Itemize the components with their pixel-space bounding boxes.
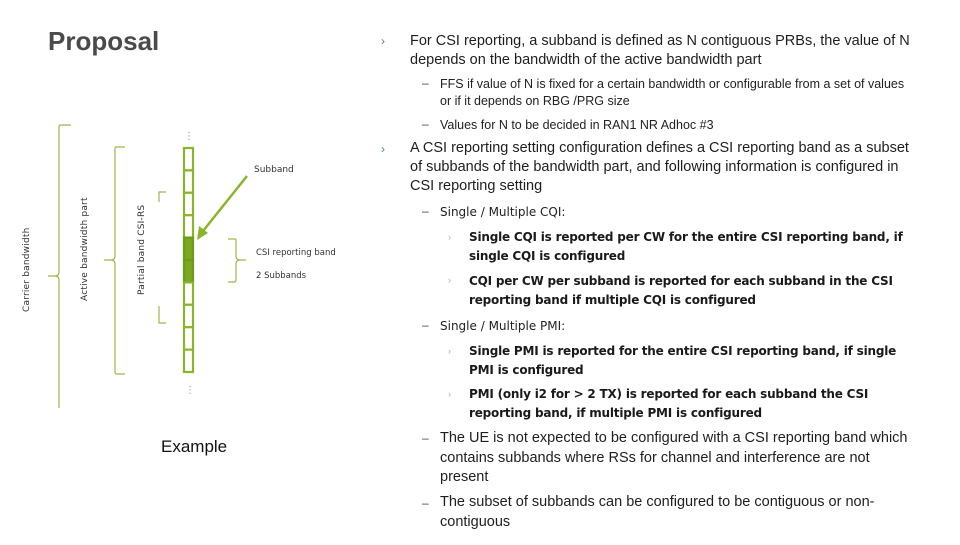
two-subbands-label: 2 Subbands — [256, 271, 307, 281]
subband-cell-highlighted — [182, 258, 195, 284]
subband-cell-highlighted — [182, 236, 195, 262]
csi-reporting-band-bracket — [228, 238, 246, 283]
pmi-single-text: Single PMI is reported for the entire CS… — [469, 344, 897, 377]
active-bandwidth-part-label: Active bandwidth part — [80, 197, 90, 301]
bullet-1-sub-1: FFS if value of N is fixed for a certain… — [440, 77, 905, 108]
subband-cell — [182, 281, 195, 306]
dash-marker-icon: – — [422, 318, 429, 332]
subband-arrow — [197, 175, 248, 240]
bullet-2-text: A CSI reporting setting configuration de… — [410, 140, 909, 194]
partial-band-csi-rs-bracket — [158, 191, 166, 324]
ellipsis-top: ⋮ — [184, 131, 194, 142]
carrier-bandwidth-label: Carrier bandwidth — [22, 227, 32, 313]
ue-not-expected-text: The UE is not expected to be configured … — [440, 430, 908, 485]
sub-bullet-marker-icon: › — [448, 232, 451, 242]
pmi-heading: Single / Multiple PMI: — [440, 319, 566, 333]
subband-cell — [182, 146, 195, 172]
subband-label: Subband — [254, 165, 294, 175]
bullet-marker-icon: › — [381, 142, 385, 156]
bullet-marker-icon: › — [381, 34, 385, 48]
active-bandwidth-bracket — [104, 146, 125, 375]
pmi-multiple-text: PMI (only i2 for > 2 TX) is reported for… — [469, 387, 869, 420]
subband-diagram: ⋮ ⋮ Carrier bandwidth Active bandwidth p… — [0, 0, 370, 540]
subband-cell — [182, 191, 195, 217]
carrier-bandwidth-bracket — [48, 124, 71, 408]
diagram-graphics: ⋮ ⋮ — [48, 124, 248, 408]
subband-cell — [182, 169, 195, 194]
example-caption: Example — [161, 437, 228, 456]
cqi-heading: Single / Multiple CQI: — [440, 205, 566, 219]
subband-cell — [182, 348, 195, 374]
bullet-1-text: For CSI reporting, a subband is defined … — [410, 33, 910, 68]
sub-bullet-marker-icon: › — [448, 275, 451, 285]
cqi-single-text: Single CQI is reported per CW for the en… — [469, 230, 903, 263]
dash-marker-icon: – — [422, 76, 429, 90]
dash-marker-icon: – — [422, 204, 429, 218]
partial-band-csi-rs-label: Partial band CSI-RS — [137, 204, 147, 295]
bullet-1-sub-2: Values for N to be decided in RAN1 NR Ad… — [440, 118, 714, 132]
subband-cell — [182, 326, 195, 351]
csi-reporting-band-label: CSI reporting band — [256, 248, 336, 258]
dash-marker-icon: – — [422, 117, 429, 131]
subset-contiguous-text: The subset of subbands can be configured… — [440, 494, 875, 530]
dash-marker-icon: – — [422, 431, 429, 445]
subband-column — [182, 146, 195, 374]
dash-marker-icon: – — [422, 496, 429, 510]
sub-bullet-marker-icon: › — [448, 346, 451, 356]
cqi-multiple-text: CQI per CW per subband is reported for e… — [469, 274, 893, 307]
subband-cell — [182, 214, 195, 239]
sub-bullet-marker-icon: › — [448, 389, 451, 399]
ellipsis-bottom: ⋮ — [185, 385, 195, 396]
subband-cell — [182, 303, 195, 329]
